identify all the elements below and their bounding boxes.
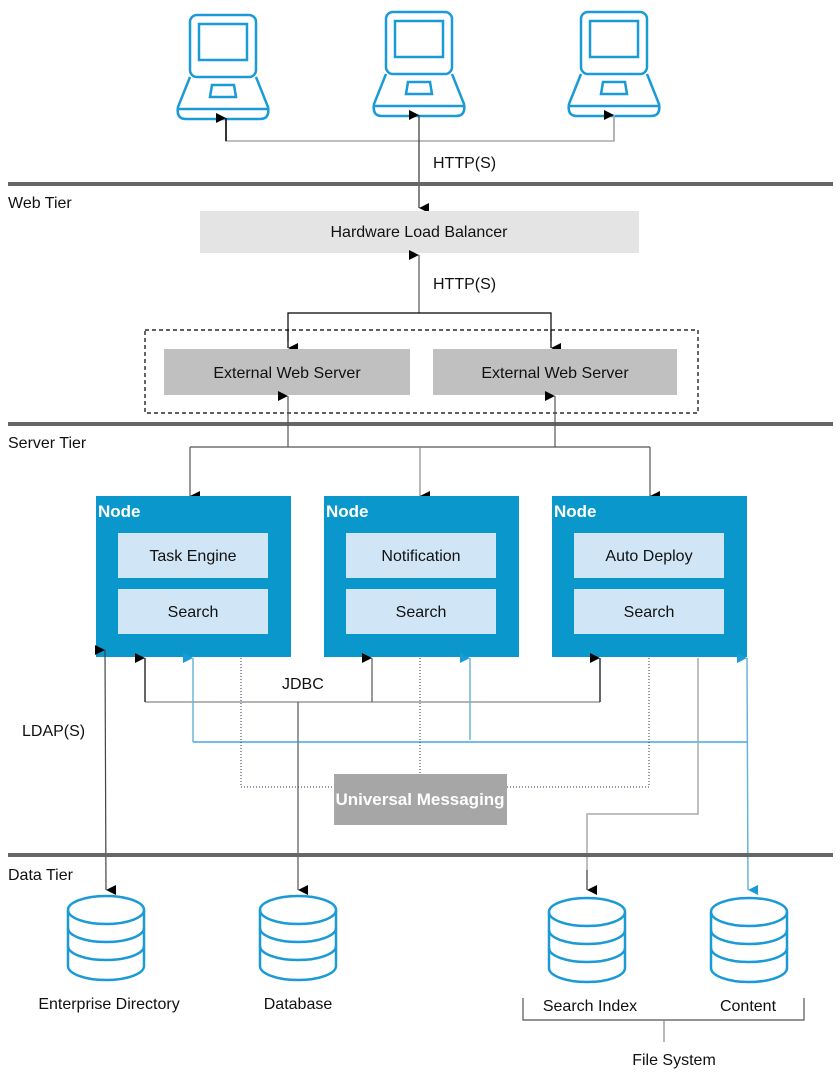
- component-search: Search: [168, 604, 219, 621]
- component-search: Search: [624, 604, 675, 621]
- laptop-icon: [176, 13, 270, 121]
- data-store-label: Search Index: [543, 998, 637, 1015]
- data-store-database: Database: [258, 894, 338, 1013]
- database-icon: [547, 896, 627, 984]
- ldap-label: LDAP(S): [22, 723, 85, 740]
- node-3: Node Auto Deploy Search: [552, 496, 747, 657]
- web-tier-label: Web Tier: [8, 195, 72, 212]
- server-tier-label: Server Tier: [8, 435, 87, 452]
- client-laptop-1: [176, 13, 270, 121]
- component-task-engine: Task Engine: [149, 548, 236, 565]
- lb-connectors: [287, 250, 561, 353]
- architecture-diagram: HTTP(S) Web Tier Hardware Load Balancer …: [8, 10, 833, 1069]
- data-store-label: Content: [720, 998, 777, 1015]
- node-1: Node Task Engine Search: [96, 496, 291, 657]
- data-store-label: Database: [264, 996, 333, 1013]
- client-http-label: HTTP(S): [433, 155, 496, 172]
- server-tier-divider: [8, 422, 833, 426]
- node-title: Node: [98, 502, 141, 521]
- database-icon: [66, 894, 146, 982]
- laptop-icon: [567, 10, 661, 118]
- component-auto-deploy: Auto Deploy: [605, 548, 692, 565]
- webserver-node-connectors: [189, 391, 660, 501]
- data-store-search-index: Search Index: [543, 896, 637, 1015]
- external-web-server-2: External Web Server: [433, 349, 677, 395]
- client-laptop-2: [372, 10, 466, 118]
- data-store-enterprise-directory: Enterprise Directory: [38, 894, 180, 1013]
- node-2: Node Notification Search: [324, 496, 519, 657]
- data-tier-label: Data Tier: [8, 867, 74, 884]
- universal-messaging-label: Universal Messaging: [335, 790, 504, 809]
- component-search: Search: [396, 604, 447, 621]
- lb-http-label: HTTP(S): [433, 276, 496, 293]
- web-server-label: External Web Server: [213, 365, 361, 382]
- hardware-load-balancer: Hardware Load Balancer: [200, 211, 639, 253]
- laptop-icon: [372, 10, 466, 118]
- file-system-label: File System: [632, 1052, 716, 1069]
- database-icon: [709, 896, 789, 984]
- web-tier-divider: [8, 182, 833, 186]
- data-store-content: Content: [709, 896, 789, 1015]
- jdbc-label: JDBC: [282, 676, 324, 693]
- database-icon: [258, 894, 338, 982]
- data-tier-divider: [8, 853, 833, 857]
- client-laptop-3: [567, 10, 661, 118]
- web-server-label: External Web Server: [481, 365, 629, 382]
- client-connectors: [216, 110, 615, 213]
- data-store-label: Enterprise Directory: [38, 996, 179, 1013]
- external-web-server-1: External Web Server: [164, 349, 410, 395]
- node-title: Node: [326, 502, 369, 521]
- universal-messaging: Universal Messaging: [334, 774, 507, 825]
- node-title: Node: [554, 502, 597, 521]
- component-notification: Notification: [381, 548, 460, 565]
- load-balancer-label: Hardware Load Balancer: [331, 224, 509, 241]
